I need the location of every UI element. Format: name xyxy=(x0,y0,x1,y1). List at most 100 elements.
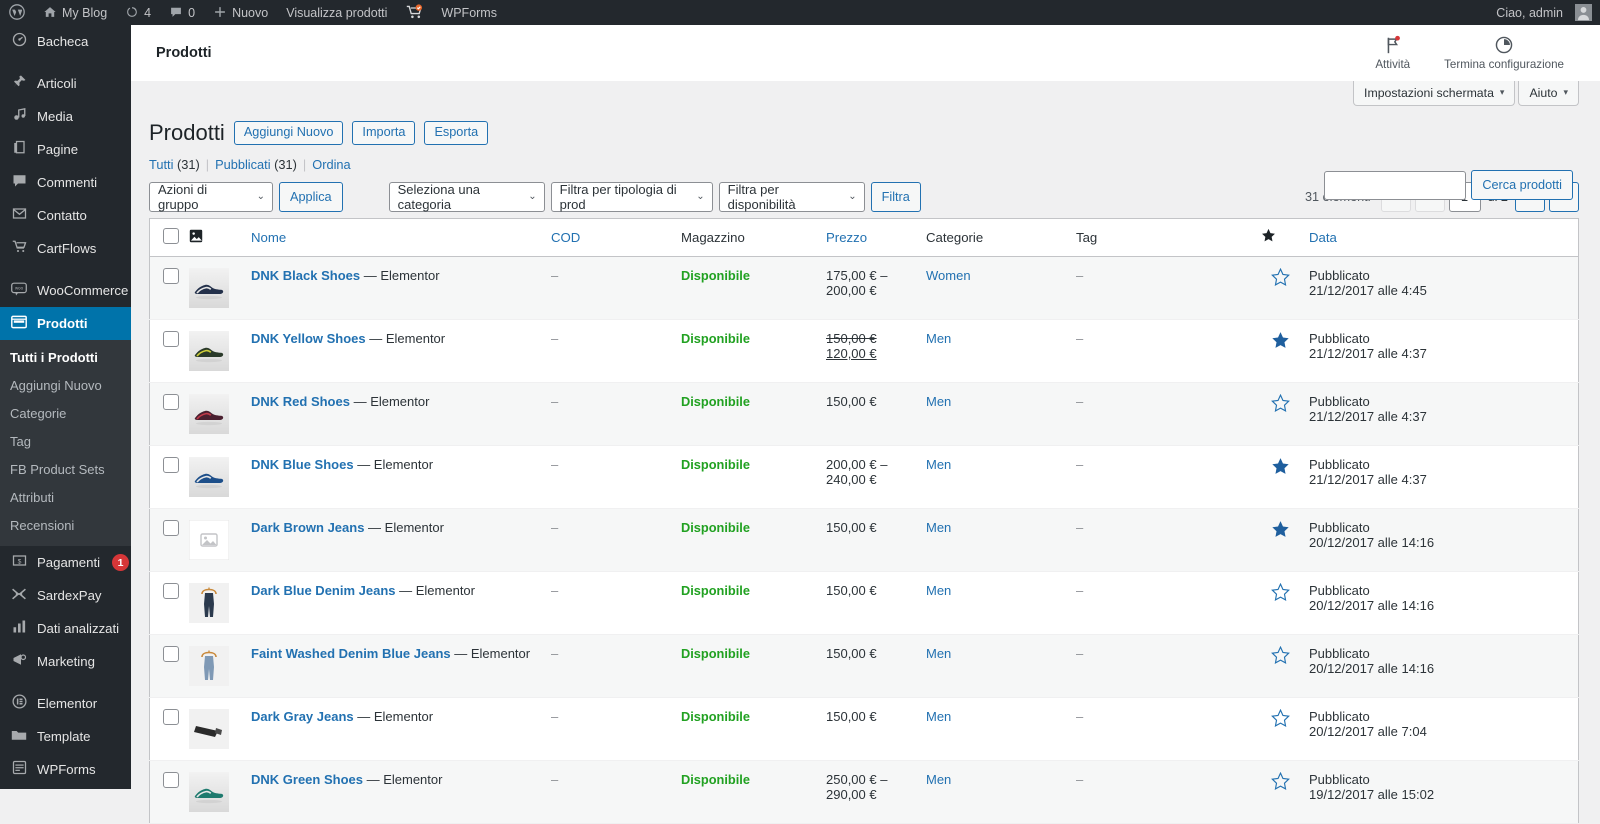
sidebar-item-commenti[interactable]: Commenti xyxy=(0,166,131,199)
product-thumbnail[interactable] xyxy=(189,708,229,749)
view-tutti[interactable]: Tutti (31) xyxy=(149,157,200,172)
wpforms-menu[interactable]: WPForms xyxy=(432,0,506,25)
sidebar-subitem-tutti-i-prodotti[interactable]: Tutti i Prodotti xyxy=(0,344,131,372)
price-header[interactable]: Prezzo xyxy=(826,218,926,257)
site-name-menu[interactable]: My Blog xyxy=(34,0,116,25)
product-category-link[interactable]: Men xyxy=(926,646,951,661)
date-header[interactable]: Data xyxy=(1309,218,1579,257)
featured-star-icon[interactable] xyxy=(1271,520,1290,542)
sidebar-subitem-attributi[interactable]: Attributi xyxy=(0,484,131,512)
date-header-link[interactable]: Data xyxy=(1309,230,1337,245)
name-header[interactable]: Nome xyxy=(251,218,551,257)
filter-button[interactable]: Filtra xyxy=(870,181,921,212)
product-name-link[interactable]: Dark Blue Denim Jeans xyxy=(251,583,396,598)
sidebar-subitem-recensioni[interactable]: Recensioni xyxy=(0,512,131,540)
table-row[interactable]: DNK Green Shoes — Elementor – Disponibile 2… xyxy=(149,760,1579,824)
sidebar-item-articoli[interactable]: Articoli xyxy=(0,67,131,100)
product-thumbnail[interactable] xyxy=(189,771,229,812)
product-name-link[interactable]: DNK Yellow Shoes xyxy=(251,331,366,346)
my-account-menu[interactable]: Ciao, admin xyxy=(1487,0,1592,25)
product-thumbnail[interactable] xyxy=(189,330,229,371)
screen-options-tab[interactable]: Impostazioni schermata ▾ xyxy=(1353,81,1516,106)
woocommerce-cart-button[interactable] xyxy=(396,0,432,25)
price-header-link[interactable]: Prezzo xyxy=(826,230,867,245)
product-category-link[interactable]: Men xyxy=(926,331,951,346)
row-checkbox[interactable] xyxy=(163,771,179,788)
sidebar-item-elementor[interactable]: Elementor xyxy=(0,687,131,720)
sidebar-item-sardexpay[interactable]: SardexPay xyxy=(0,579,131,612)
view-pubblicati-link[interactable]: Pubblicati xyxy=(215,157,271,172)
sidebar-item-cartflows[interactable]: CartFlows xyxy=(0,232,131,265)
product-name-link[interactable]: DNK Blue Shoes xyxy=(251,457,354,472)
view-tutti-link[interactable]: Tutti xyxy=(149,157,173,172)
table-row[interactable]: Dark Gray Jeans — Elementor – Disponibile 1… xyxy=(149,697,1579,761)
sidebar-item-dati-analizzati[interactable]: Dati analizzati xyxy=(0,612,131,645)
product-thumbnail[interactable] xyxy=(189,267,229,308)
table-row[interactable]: DNK Black Shoes — Elementor – Disponibile 1… xyxy=(149,256,1579,320)
row-checkbox[interactable] xyxy=(163,267,179,284)
featured-star-icon[interactable] xyxy=(1271,457,1290,479)
category-filter-select[interactable]: Seleziona una categoria ⌄ xyxy=(388,181,545,212)
featured-star-icon[interactable] xyxy=(1270,771,1290,794)
sidebar-item-bacheca[interactable]: Bacheca xyxy=(0,25,131,58)
apply-button[interactable]: Applica xyxy=(279,181,343,212)
table-row[interactable]: DNK Yellow Shoes — Elementor – Disponibile… xyxy=(149,319,1579,383)
sidebar-item-marketing[interactable]: Marketing xyxy=(0,645,131,678)
product-type-filter-select[interactable]: Filtra per tipologia di prod ⌄ xyxy=(550,181,713,212)
featured-star-icon[interactable] xyxy=(1270,708,1290,731)
table-row[interactable]: DNK Red Shoes — Elementor – Disponibile 150… xyxy=(149,382,1579,446)
comments-button[interactable]: 0 xyxy=(160,0,204,25)
help-tab[interactable]: Aiuto ▾ xyxy=(1518,81,1579,106)
export-button[interactable]: Esporta xyxy=(424,121,489,146)
row-checkbox[interactable] xyxy=(163,330,179,347)
sidebar-item-contatto[interactable]: Contatto xyxy=(0,199,131,232)
product-thumbnail[interactable] xyxy=(189,456,229,497)
featured-star-icon[interactable] xyxy=(1270,267,1290,290)
sidebar-item-template[interactable]: Template xyxy=(0,720,131,753)
sidebar-item-prodotti[interactable]: Prodotti xyxy=(0,307,131,340)
table-row[interactable]: Faint Washed Denim Blue Jeans — Elemento… xyxy=(149,634,1579,698)
featured-star-icon[interactable] xyxy=(1271,331,1290,353)
import-button[interactable]: Importa xyxy=(352,121,416,146)
updates-button[interactable]: 4 xyxy=(116,0,160,25)
row-checkbox[interactable] xyxy=(163,645,179,662)
sidebar-item-media[interactable]: Media xyxy=(0,100,131,133)
product-category-link[interactable]: Men xyxy=(926,520,951,535)
product-name-link[interactable]: Dark Gray Jeans xyxy=(251,709,354,724)
product-name-link[interactable]: Dark Brown Jeans xyxy=(251,520,364,535)
product-category-link[interactable]: Women xyxy=(926,268,971,283)
product-category-link[interactable]: Men xyxy=(926,709,951,724)
product-thumbnail[interactable] xyxy=(189,582,229,623)
row-checkbox[interactable] xyxy=(163,456,179,473)
product-name-link[interactable]: DNK Red Shoes xyxy=(251,394,350,409)
sku-header[interactable]: COD xyxy=(551,218,681,257)
product-category-link[interactable]: Men xyxy=(926,457,951,472)
view-ordina[interactable]: Ordina xyxy=(312,157,350,172)
wordpress-logo-button[interactable] xyxy=(0,0,34,25)
featured-star-icon[interactable] xyxy=(1270,393,1290,416)
select-all-checkbox[interactable] xyxy=(163,227,179,244)
featured-star-icon[interactable] xyxy=(1270,582,1290,605)
view-pubblicati[interactable]: Pubblicati (31) xyxy=(215,157,297,172)
sidebar-subitem-categorie[interactable]: Categorie xyxy=(0,400,131,428)
bulk-actions-select[interactable]: Azioni di gruppo ⌄ xyxy=(149,181,273,212)
product-name-link[interactable]: Faint Washed Denim Blue Jeans xyxy=(251,646,451,661)
product-thumbnail[interactable] xyxy=(189,519,229,560)
table-row[interactable]: DNK Blue Shoes — Elementor – Disponibile 20… xyxy=(149,445,1579,509)
sku-header-link[interactable]: COD xyxy=(551,230,580,245)
add-new-button[interactable]: Aggiungi Nuovo xyxy=(233,121,344,146)
finish-setup-button[interactable]: Termina configurazione xyxy=(1444,35,1564,71)
sidebar-item-pagamenti[interactable]: $ Pagamenti 1 xyxy=(0,546,131,579)
row-checkbox[interactable] xyxy=(163,393,179,410)
sidebar-subitem-aggiungi-nuovo[interactable]: Aggiungi Nuovo xyxy=(0,372,131,400)
sidebar-subitem-tag[interactable]: Tag xyxy=(0,428,131,456)
featured-star-icon[interactable] xyxy=(1270,645,1290,668)
view-ordina-link[interactable]: Ordina xyxy=(312,157,350,172)
sidebar-item-woocommerce[interactable]: woo WooCommerce xyxy=(0,274,131,307)
product-name-link[interactable]: DNK Black Shoes xyxy=(251,268,360,283)
stock-status-filter-select[interactable]: Filtra per disponibilità ⌄ xyxy=(718,181,865,212)
row-checkbox[interactable] xyxy=(163,708,179,725)
row-checkbox[interactable] xyxy=(163,519,179,536)
sidebar-item-wpforms[interactable]: WPForms xyxy=(0,753,131,786)
activity-panel-button[interactable]: Attività xyxy=(1375,35,1410,71)
